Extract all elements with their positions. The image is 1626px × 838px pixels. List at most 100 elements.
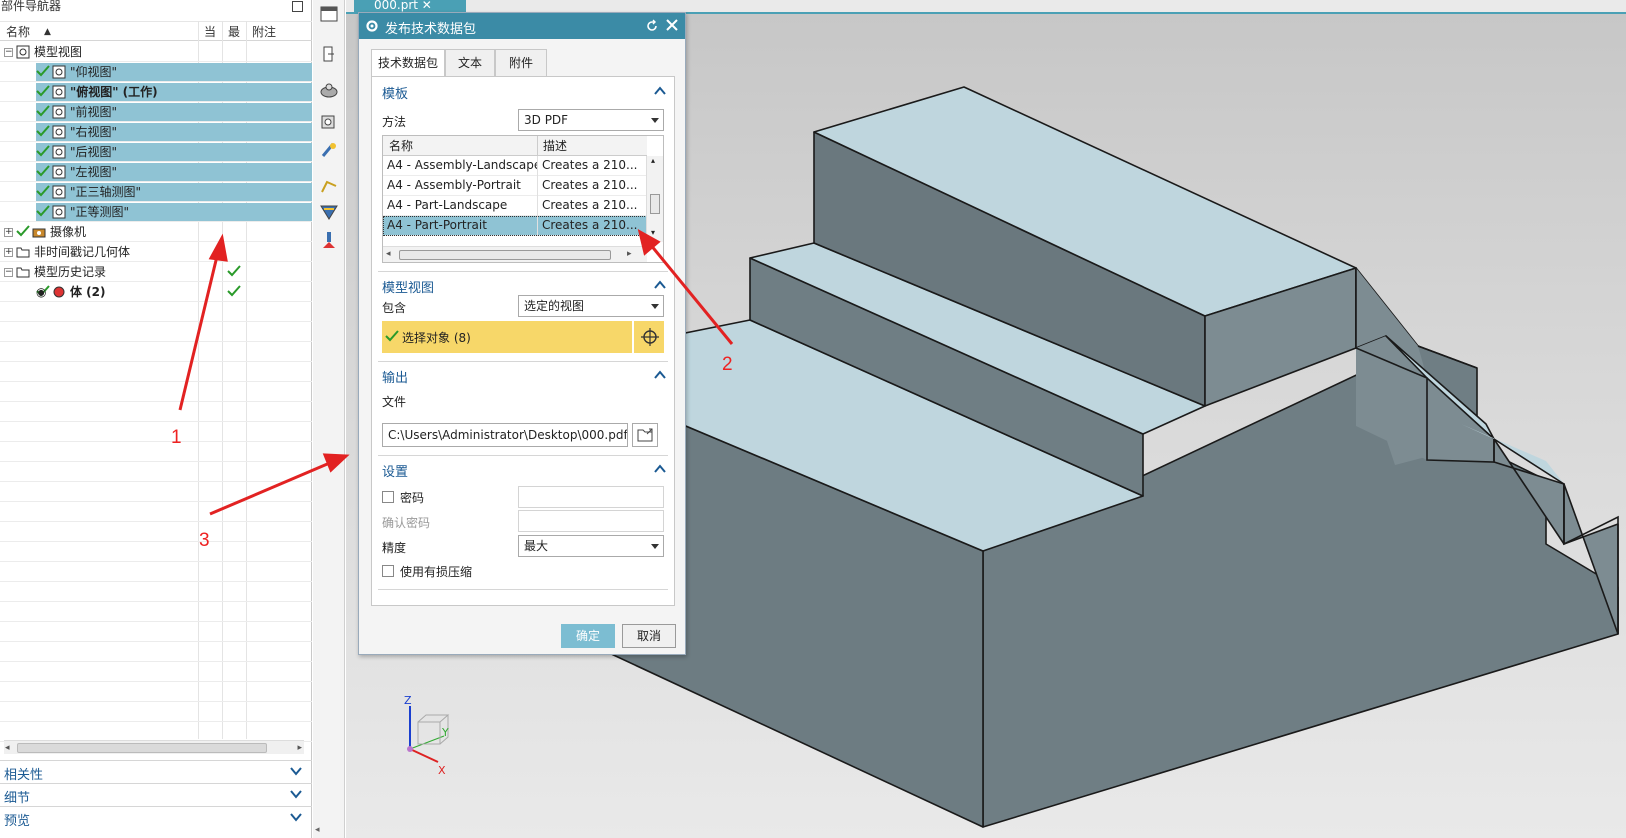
gear-icon[interactable]	[365, 19, 379, 33]
tree-row[interactable]: + 非时间戳记几何体	[0, 242, 312, 262]
tab-technical-data-package[interactable]: 技术数据包	[371, 49, 445, 78]
tree-row[interactable]: − 模型视图	[0, 42, 312, 62]
scroll-down-icon[interactable]: ▾	[651, 228, 655, 237]
template-vertical-scrollbar[interactable]: ▴ ▾	[646, 156, 663, 242]
template-row[interactable]: A4 - Assembly-Landscape Creates a 210...	[383, 156, 647, 176]
tree-row-label: 摄像机	[50, 225, 87, 239]
tree-row[interactable]: + 摄像机	[0, 222, 312, 242]
check-icon[interactable]	[36, 84, 50, 98]
template-horizontal-scrollbar[interactable]: ◂ ▸	[383, 246, 647, 262]
tree-row[interactable]: "后视图"	[0, 142, 312, 162]
reset-icon[interactable]	[645, 19, 659, 33]
tree-row[interactable]: − 模型历史记录	[0, 262, 312, 282]
tree-row[interactable]: "俯视图" (工作)	[0, 82, 312, 102]
section-settings-title[interactable]: 设置	[382, 461, 408, 480]
triad-z: Z	[404, 694, 412, 707]
scroll-thumb[interactable]	[399, 250, 611, 260]
tree-row[interactable]: "左视图"	[0, 162, 312, 182]
panel-details[interactable]: 细节	[0, 783, 312, 806]
column-current[interactable]: 当	[204, 22, 216, 42]
dialog-title-bar[interactable]: 发布技术数据包	[359, 13, 685, 39]
password-checkbox[interactable]	[382, 491, 394, 503]
chevron-up-icon[interactable]	[654, 463, 666, 475]
check-icon[interactable]	[36, 144, 50, 158]
check-icon[interactable]	[36, 124, 50, 138]
scroll-left-icon[interactable]: ◂	[386, 247, 391, 262]
file-path-input[interactable]: C:\Users\Administrator\Desktop\000.pdf	[382, 423, 628, 447]
chevron-up-icon[interactable]	[654, 85, 666, 97]
chevron-up-icon[interactable]	[654, 279, 666, 291]
section-template-title[interactable]: 模板	[382, 83, 408, 102]
empty-row	[0, 642, 312, 662]
close-icon[interactable]	[665, 18, 679, 32]
check-icon[interactable]	[16, 224, 30, 238]
expand-icon[interactable]: +	[4, 248, 13, 257]
navigator-horizontal-scrollbar[interactable]: ◂ ▸	[4, 740, 304, 754]
column-name[interactable]: 名称	[6, 22, 30, 42]
confirm-password-field[interactable]	[518, 510, 664, 532]
web-browser-icon[interactable]	[319, 140, 339, 160]
password-field[interactable]	[518, 486, 664, 508]
panel-dependencies[interactable]: 相关性	[0, 760, 312, 783]
template-row[interactable]: A4 - Part-Landscape Creates a 210...	[383, 196, 647, 216]
template-name: A4 - Part-Portrait	[387, 218, 487, 232]
document-tab[interactable]: 000.prt ✕	[354, 0, 466, 12]
tree-row-label: 模型历史记录	[34, 265, 107, 279]
header-description[interactable]: 描述	[543, 136, 567, 156]
eye-icon[interactable]: ◉	[36, 282, 46, 302]
collapse-left-icon[interactable]: ◂	[315, 825, 320, 835]
sort-ascending-icon[interactable]: ▲	[44, 22, 51, 42]
roles-icon[interactable]	[319, 230, 339, 250]
column-latest[interactable]: 最	[228, 22, 240, 42]
cancel-button[interactable]: 取消	[622, 624, 676, 648]
empty-row	[0, 622, 312, 642]
scroll-right-icon[interactable]: ▸	[627, 247, 632, 262]
tree-row[interactable]: ◉ 体 (2)	[0, 282, 312, 302]
reuse-library-icon[interactable]	[319, 80, 339, 100]
collapse-icon[interactable]: −	[4, 268, 13, 277]
select-objects-bar[interactable]: 选择对象 (8)	[382, 321, 664, 353]
section-output-title[interactable]: 输出	[382, 367, 408, 386]
scroll-thumb[interactable]	[17, 743, 267, 753]
chevron-up-icon[interactable]	[654, 369, 666, 381]
check-icon[interactable]	[36, 184, 50, 198]
browse-file-button[interactable]	[632, 423, 658, 447]
process-studio-icon[interactable]	[319, 202, 339, 222]
template-row[interactable]: A4 - Assembly-Portrait Creates a 210...	[383, 176, 647, 196]
tree-row[interactable]: "前视图"	[0, 102, 312, 122]
expand-icon[interactable]: +	[4, 228, 13, 237]
check-icon[interactable]	[36, 64, 50, 78]
tree-row[interactable]: "仰视图"	[0, 62, 312, 82]
scroll-up-icon[interactable]: ▴	[651, 156, 655, 165]
lossy-compression-checkbox[interactable]	[382, 565, 394, 577]
include-dropdown[interactable]: 选定的视图	[518, 295, 664, 317]
tree-row[interactable]: "正三轴测图"	[0, 182, 312, 202]
section-model-views-title[interactable]: 模型视图	[382, 277, 434, 296]
part-navigator-icon[interactable]	[319, 4, 339, 24]
scroll-left-icon[interactable]: ◂	[5, 741, 10, 755]
check-icon[interactable]	[36, 104, 50, 118]
scroll-thumb[interactable]	[650, 194, 660, 214]
check-icon[interactable]	[36, 164, 50, 178]
collapse-icon[interactable]: −	[4, 48, 13, 57]
tab-attachments[interactable]: 附件	[495, 49, 547, 77]
ok-button[interactable]: 确定	[561, 624, 615, 648]
check-icon[interactable]	[36, 204, 50, 218]
hd3d-tools-icon[interactable]	[319, 112, 339, 132]
assembly-navigator-icon[interactable]	[319, 44, 339, 64]
select-objects-button[interactable]	[632, 321, 664, 353]
triad-x: X	[438, 764, 446, 777]
tab-text[interactable]: 文本	[445, 49, 495, 77]
header-name[interactable]: 名称	[389, 136, 413, 156]
tree-row[interactable]: "正等测图"	[0, 202, 312, 222]
empty-row	[0, 562, 312, 582]
template-row[interactable]: A4 - Part-Portrait Creates a 210...	[383, 216, 647, 236]
method-dropdown[interactable]: 3D PDF	[518, 109, 664, 131]
scroll-right-icon[interactable]: ▸	[297, 741, 302, 755]
maximize-icon[interactable]	[292, 1, 303, 12]
panel-preview[interactable]: 预览	[0, 806, 312, 829]
column-attached[interactable]: 附注	[252, 22, 276, 42]
precision-dropdown[interactable]: 最大	[518, 535, 664, 557]
tree-row[interactable]: "右视图"	[0, 122, 312, 142]
history-icon[interactable]	[319, 176, 339, 196]
